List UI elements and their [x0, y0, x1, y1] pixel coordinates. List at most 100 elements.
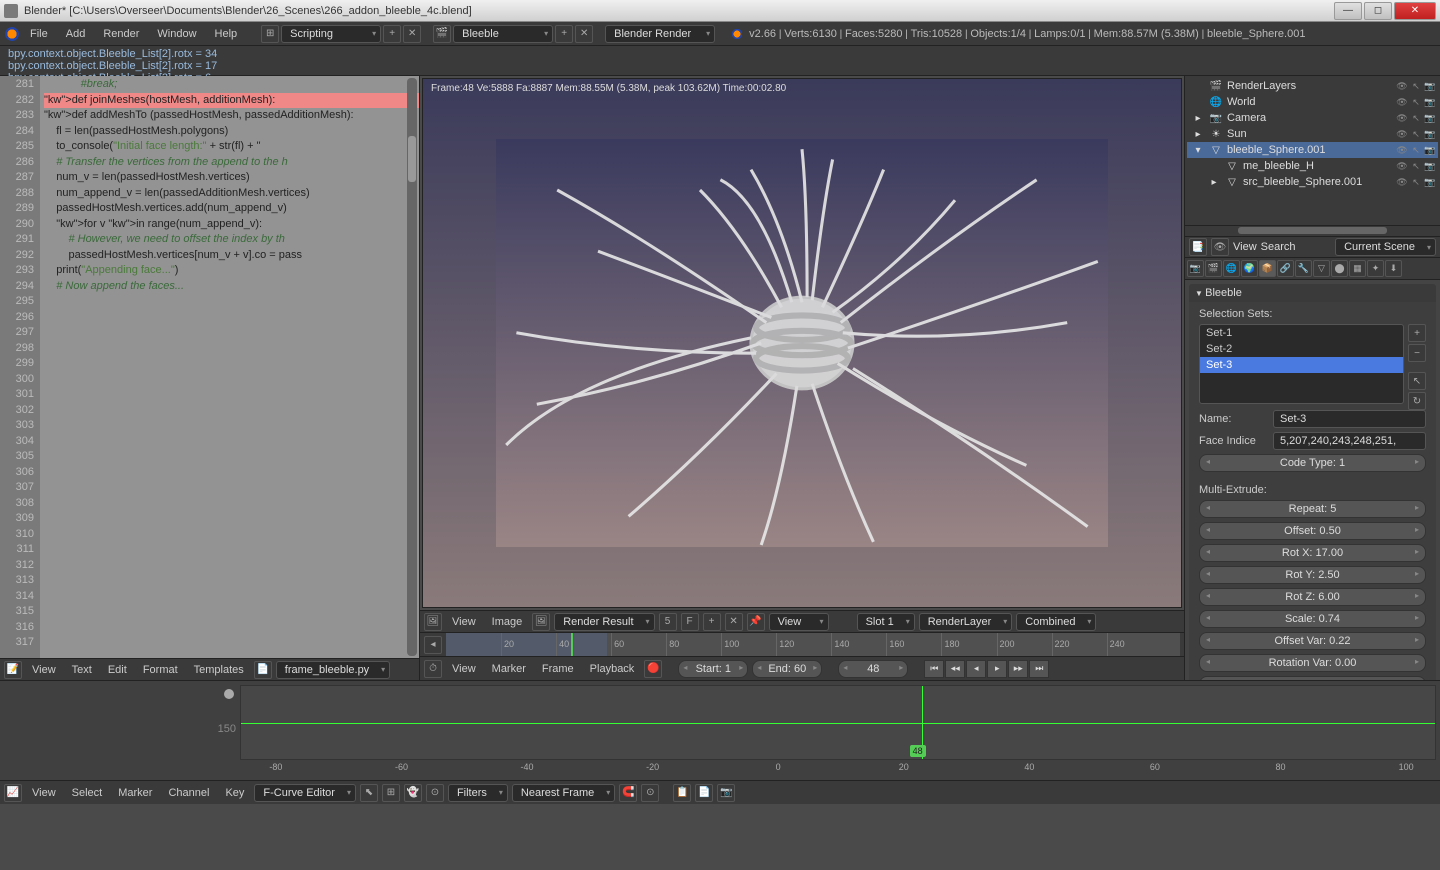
editor-type-icon[interactable]: 📑: [1189, 238, 1207, 256]
image-icon[interactable]: 🖼: [532, 613, 550, 631]
graph-curve-area[interactable]: 48: [240, 685, 1436, 760]
python-console[interactable]: bpy.context.object.Bleeble_List[2].rotx …: [0, 46, 1440, 76]
select-set-button[interactable]: ↖: [1408, 372, 1426, 390]
outliner-row[interactable]: 🌐World👁↖📷: [1187, 94, 1438, 110]
restrict-icons[interactable]: 👁↖📷: [1396, 113, 1436, 124]
scene-dropdown[interactable]: Bleeble: [453, 25, 553, 43]
tab-particles[interactable]: ✦: [1367, 260, 1384, 277]
close-button[interactable]: ✕: [1394, 2, 1436, 20]
user-count[interactable]: 5: [659, 613, 677, 631]
properties-panel[interactable]: Bleeble Selection Sets: Set-1Set-2Set-3 …: [1185, 279, 1440, 680]
property-slider[interactable]: Offset: 0.50: [1199, 522, 1426, 540]
property-slider[interactable]: Rot X: 17.00: [1199, 544, 1426, 562]
menu-view[interactable]: View: [446, 614, 482, 630]
render-engine-dropdown[interactable]: Blender Render: [605, 25, 715, 43]
editor-type-icon[interactable]: 📈: [4, 784, 22, 802]
menu-templates[interactable]: Templates: [188, 662, 250, 678]
outliner-row[interactable]: ▸▽src_bleeble_Sphere.001👁↖📷: [1187, 174, 1438, 190]
minimize-button[interactable]: —: [1334, 2, 1362, 20]
outliner-row[interactable]: ▸☀Sun👁↖📷: [1187, 126, 1438, 142]
slot-dropdown[interactable]: Slot 1: [857, 613, 915, 631]
add-layout-button[interactable]: +: [383, 25, 401, 43]
refresh-set-button[interactable]: ↻: [1408, 392, 1426, 410]
proportional-icon[interactable]: ⊙: [641, 784, 659, 802]
property-slider[interactable]: Rot Z: 6.00: [1199, 588, 1426, 606]
snap-dropdown[interactable]: Nearest Frame: [512, 784, 615, 802]
menu-add[interactable]: Add: [58, 26, 94, 42]
menu-playback[interactable]: Playback: [584, 661, 641, 677]
menu-select[interactable]: Select: [66, 785, 109, 801]
editor-type-icon[interactable]: ⏱: [424, 660, 442, 678]
graph-mode-dropdown[interactable]: F-Curve Editor: [254, 784, 356, 802]
selection-sets-list[interactable]: Set-1Set-2Set-3: [1199, 324, 1404, 404]
expand-icon[interactable]: ▸: [1191, 111, 1205, 125]
jump-start-button[interactable]: ⏮: [924, 660, 944, 678]
ghost-icon[interactable]: 👻: [404, 784, 422, 802]
outliner-row[interactable]: ▸📷Camera👁↖📷: [1187, 110, 1438, 126]
tab-material[interactable]: ⬤: [1331, 260, 1348, 277]
filters-dropdown[interactable]: Filters: [448, 784, 508, 802]
tab-modifiers[interactable]: 🔧: [1295, 260, 1312, 277]
restrict-icons[interactable]: 👁↖📷: [1396, 81, 1436, 92]
pin-icon[interactable]: 📌: [747, 613, 765, 631]
menu-marker[interactable]: Marker: [112, 785, 158, 801]
editor-type-icon[interactable]: 🖼: [424, 613, 442, 631]
outliner-row[interactable]: 🎬RenderLayers👁↖📷: [1187, 78, 1438, 94]
menu-frame[interactable]: Frame: [536, 661, 580, 677]
tab-world[interactable]: 🌍: [1241, 260, 1258, 277]
tab-texture[interactable]: ▦: [1349, 260, 1366, 277]
blender-icon[interactable]: [4, 26, 20, 42]
menu-image[interactable]: Image: [486, 614, 529, 630]
view-mode-dropdown[interactable]: View: [769, 613, 829, 631]
expand-icon[interactable]: ▾: [1191, 143, 1205, 157]
menu-help[interactable]: Help: [207, 26, 246, 42]
tab-scene[interactable]: 🌐: [1223, 260, 1240, 277]
outliner-mode-dropdown[interactable]: Current Scene: [1335, 238, 1436, 256]
menu-view[interactable]: View: [1233, 241, 1257, 253]
menu-view[interactable]: View: [446, 661, 482, 677]
tab-object[interactable]: 📦: [1259, 260, 1276, 277]
outliner-scrollbar[interactable]: [1185, 226, 1440, 236]
menu-marker[interactable]: Marker: [486, 661, 532, 677]
tab-data[interactable]: ▽: [1313, 260, 1330, 277]
graph-editor[interactable]: View Properties 150 48 -80-60-40-2002040…: [0, 680, 1440, 780]
restrict-icons[interactable]: 👁↖📷: [1396, 97, 1436, 108]
snap-icon[interactable]: 🧲: [619, 784, 637, 802]
property-slider[interactable]: Repeat: 5: [1199, 500, 1426, 518]
remove-image-button[interactable]: ✕: [725, 613, 743, 631]
play-button[interactable]: ▸: [987, 660, 1007, 678]
outliner-row[interactable]: ▾▽bleeble_Sphere.001👁↖📷: [1187, 142, 1438, 158]
restrict-icons[interactable]: 👁↖📷: [1396, 161, 1436, 172]
code-type-slider[interactable]: Code Type: 1: [1199, 454, 1426, 472]
editor-type-icon[interactable]: 📝: [4, 661, 22, 679]
filter-icon[interactable]: 👁: [1211, 238, 1229, 256]
text-file-dropdown[interactable]: frame_bleeble.py: [276, 661, 390, 679]
image-editor-viewport[interactable]: Frame:48 Ve:5888 Fa:8887 Mem:88.55M (5.3…: [422, 78, 1182, 608]
menu-format[interactable]: Format: [137, 662, 184, 678]
panel-bleeble-header[interactable]: Bleeble: [1189, 284, 1436, 302]
keyframe-next-button[interactable]: ▸▸: [1008, 660, 1028, 678]
filter-toggle-icon[interactable]: ⊙: [426, 784, 444, 802]
maximize-button[interactable]: ◻: [1364, 2, 1392, 20]
fake-user-button[interactable]: F: [681, 613, 699, 631]
add-set-button[interactable]: +: [1408, 324, 1426, 342]
pass-dropdown[interactable]: Combined: [1016, 613, 1096, 631]
screen-layout-dropdown[interactable]: Scripting: [281, 25, 381, 43]
renderlayer-dropdown[interactable]: RenderLayer: [919, 613, 1013, 631]
auto-keyframe-button[interactable]: 🔴: [644, 660, 662, 678]
expand-icon[interactable]: ▸: [1191, 127, 1205, 141]
keyframe-prev-button[interactable]: ◂◂: [945, 660, 965, 678]
paste-icon[interactable]: 📄: [695, 784, 713, 802]
code-lines[interactable]: #break;"kw">def joinMeshes(hostMesh, add…: [40, 76, 419, 658]
cursor-icon[interactable]: ⬉: [360, 784, 378, 802]
menu-edit[interactable]: Edit: [102, 662, 133, 678]
property-slider[interactable]: Scale: 0.74: [1199, 610, 1426, 628]
menu-file[interactable]: File: [22, 26, 56, 42]
property-slider[interactable]: Rotation Var: 0.00: [1199, 654, 1426, 672]
file-icon[interactable]: 📄: [254, 661, 272, 679]
scrollbar[interactable]: [407, 78, 417, 656]
scene-icon[interactable]: 🎬: [433, 25, 451, 43]
face-indice-input[interactable]: 5,207,240,243,248,251,: [1273, 432, 1426, 450]
scrollbar-thumb[interactable]: [408, 136, 416, 182]
restrict-icons[interactable]: 👁↖📷: [1396, 177, 1436, 188]
